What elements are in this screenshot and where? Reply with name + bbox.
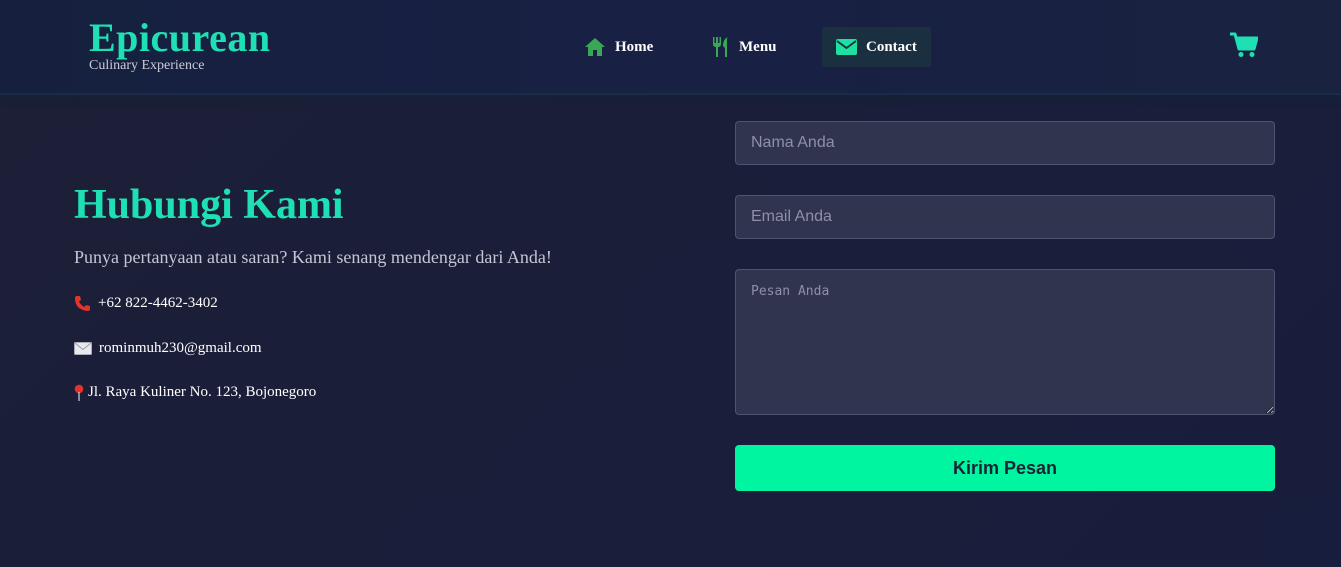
- nav-item-label: Menu: [739, 38, 777, 55]
- name-field[interactable]: [735, 121, 1275, 165]
- contact-phone: +62 822-4462-3402: [74, 295, 218, 312]
- contact-email: rominmuh230@gmail.com: [74, 340, 262, 357]
- phone-text[interactable]: +62 822-4462-3402: [98, 295, 218, 312]
- contact-subtitle: Punya pertanyaan atau saran? Kami senang…: [74, 247, 552, 267]
- email-text[interactable]: rominmuh230@gmail.com: [99, 340, 262, 357]
- site-header: Epicurean Culinary Experience Home Menu …: [0, 0, 1341, 95]
- cart-icon: [1230, 32, 1259, 57]
- contact-info: Hubungi Kami Punya pertanyaan atau saran…: [74, 180, 674, 401]
- brand[interactable]: Epicurean Culinary Experience: [89, 16, 271, 74]
- address-text: Jl. Raya Kuliner No. 123, Bojonegoro: [88, 384, 317, 400]
- brand-name[interactable]: Epicurean: [89, 16, 271, 60]
- nav-item-label: Contact: [866, 38, 917, 55]
- message-field[interactable]: [735, 269, 1275, 415]
- pin-icon: [74, 384, 84, 401]
- contact-address: Jl. Raya Kuliner No. 123, Bojonegoro: [74, 384, 316, 401]
- envelope-icon: [836, 39, 857, 55]
- email-field[interactable]: [735, 195, 1275, 239]
- nav-item-home[interactable]: Home: [570, 27, 667, 67]
- mail-icon: [74, 342, 92, 355]
- phone-icon: [74, 295, 91, 312]
- utensils-icon: [713, 37, 728, 57]
- nav-item-contact[interactable]: Contact: [822, 27, 931, 67]
- contact-title: Hubungi Kami: [74, 182, 344, 228]
- nav-item-menu[interactable]: Menu: [698, 27, 791, 67]
- submit-button[interactable]: Kirim Pesan: [735, 445, 1275, 491]
- brand-tagline: Culinary Experience: [89, 58, 205, 73]
- nav-item-label: Home: [615, 38, 654, 55]
- home-icon: [585, 38, 605, 56]
- cart-button[interactable]: [1230, 32, 1259, 62]
